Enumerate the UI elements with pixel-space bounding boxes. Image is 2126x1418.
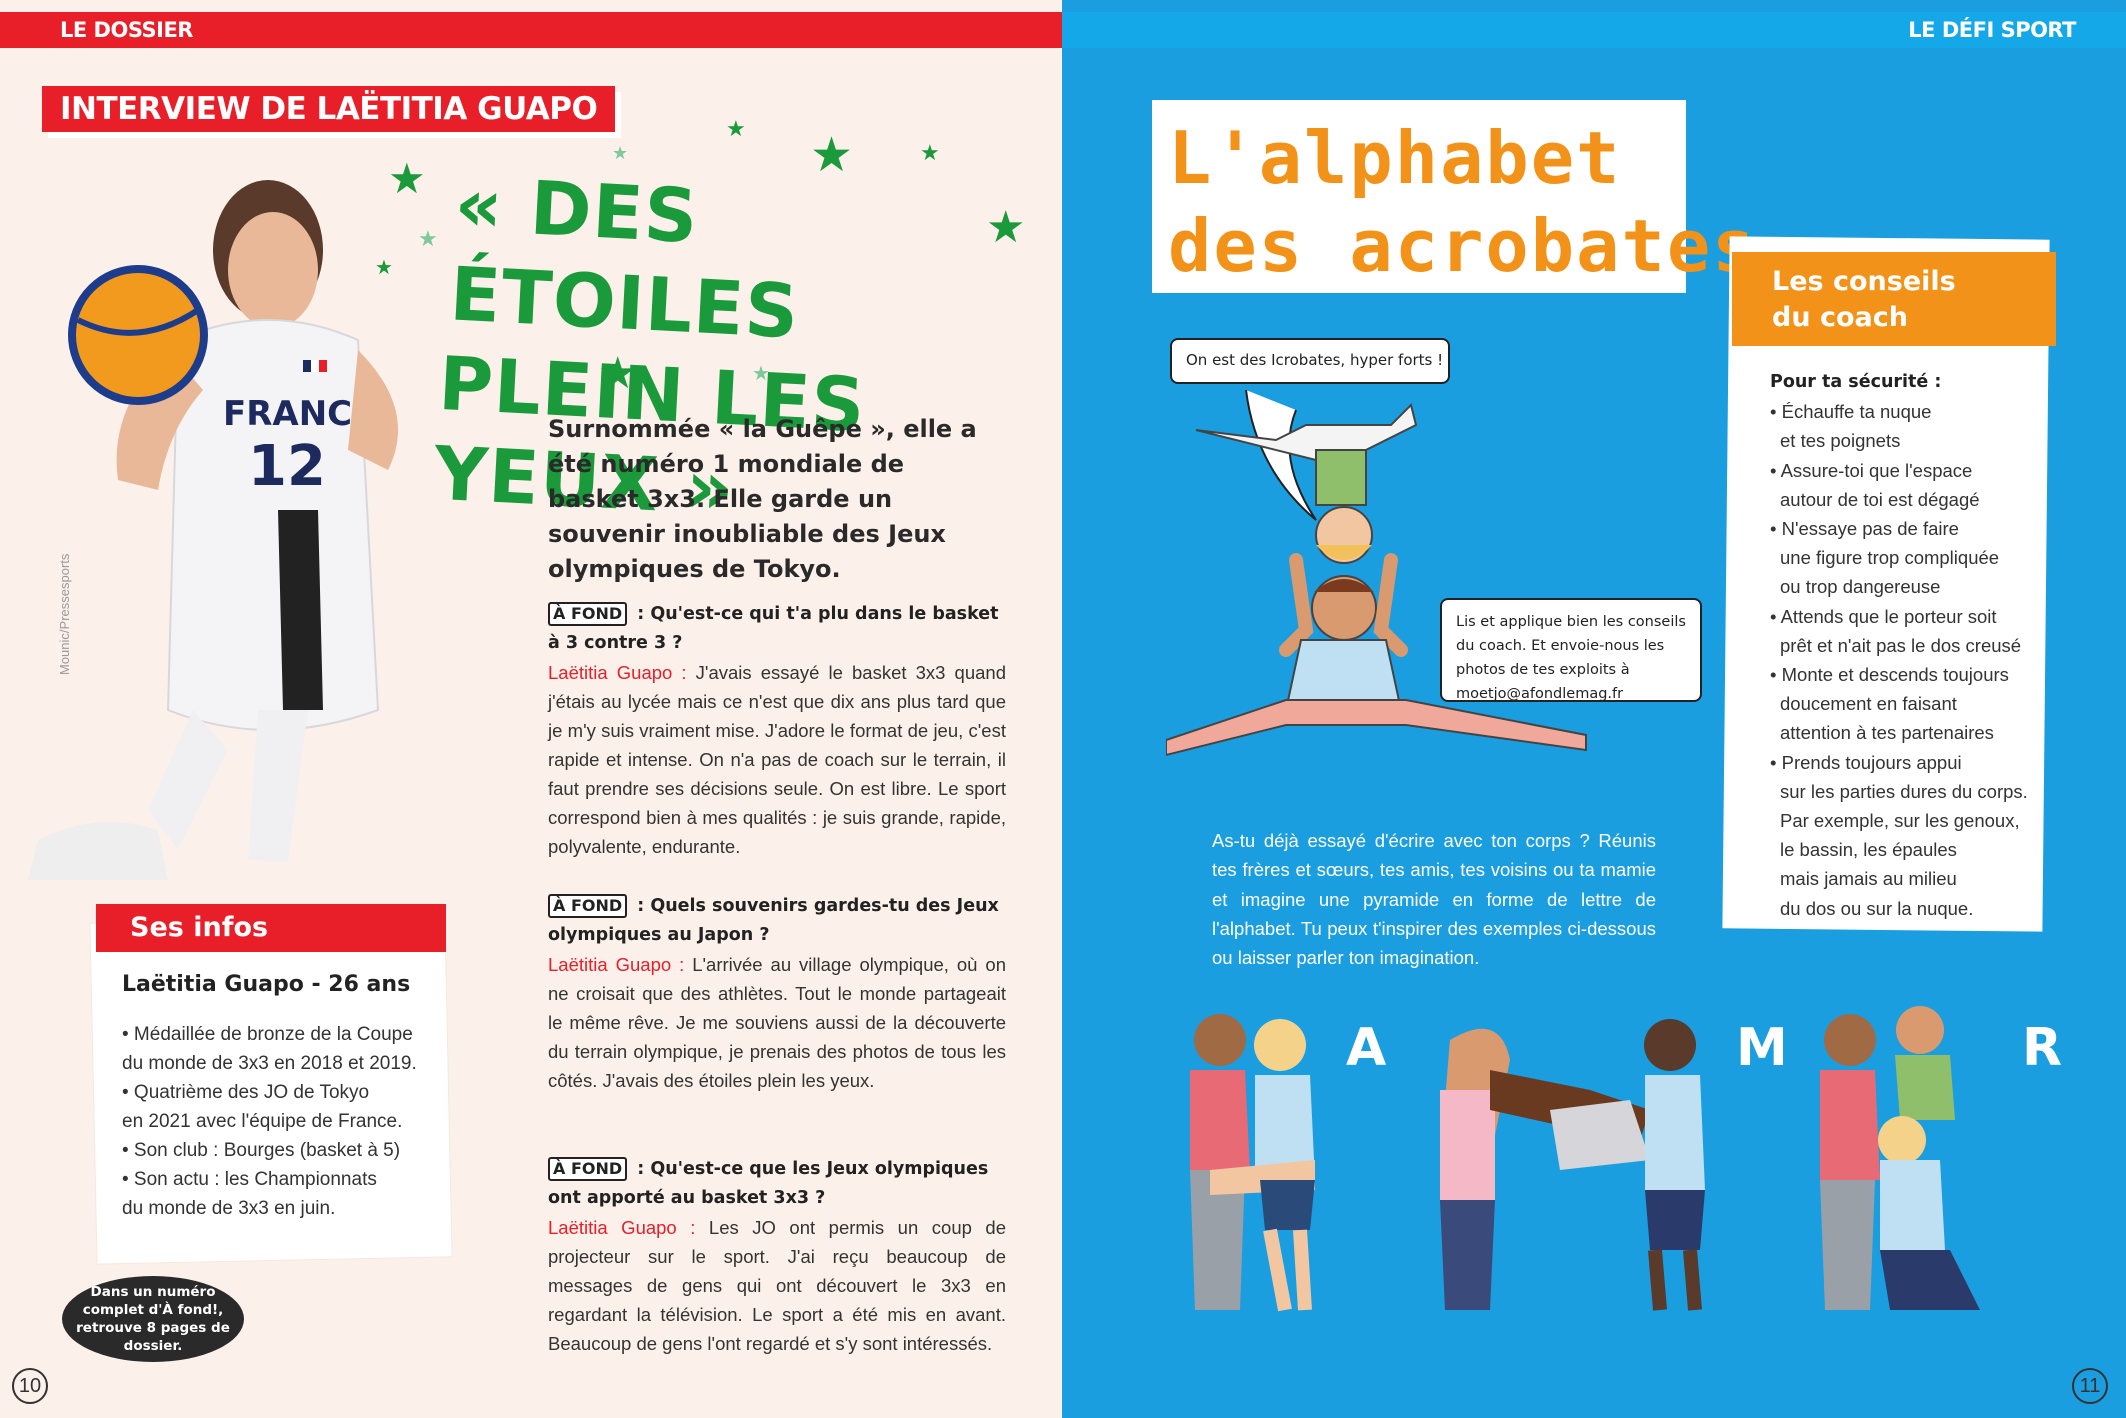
info-title: Ses infos	[96, 904, 446, 952]
athlete-photo: FRANCE 12	[28, 180, 398, 880]
figure-letter-r	[1820, 1006, 1980, 1310]
info-item: • Son actu : les Championnats du monde de…	[122, 1169, 377, 1219]
coach-item: • Attends que le porteur soit prêt et n'a…	[1770, 605, 2022, 656]
photo-credit: Mounic/Pressesports	[57, 553, 72, 675]
speech-bubble-1: On est des Icrobates, hyper forts !	[1170, 338, 1450, 384]
figure-letter-m	[1440, 1019, 1705, 1311]
section-label-defi-sport: LE DÉFI SPORT	[1908, 18, 2076, 42]
intro-text: Surnommée « la Guêpe », elle a été numér…	[548, 415, 977, 583]
letter-a: A	[1346, 1018, 1387, 1078]
answer-2: Laëtitia Guapo : L'arrivée au village ol…	[548, 954, 1006, 1091]
letter-m: M	[1736, 1018, 1788, 1078]
promo-bubble: Dans un numéro complet d'À fond!, retrou…	[62, 1276, 244, 1362]
coach-list: Pour ta sécurité : • Échauffe ta nuque et…	[1770, 368, 2050, 923]
info-item: • Son club : Bourges (basket à 5)	[122, 1140, 401, 1161]
star-icon: ★	[612, 143, 629, 163]
qa-block-2: À FOND : Quels souvenirs gardes-tu des J…	[548, 892, 1006, 1095]
activity-text: As-tu déjà essayé d'écrire avec ton corp…	[1212, 830, 1656, 969]
question-3: À FOND : Qu'est-ce que les Jeux olympiqu…	[548, 1157, 989, 1208]
page-number-left: 10	[12, 1368, 48, 1404]
page-number-right: 11	[2072, 1368, 2108, 1404]
coach-list-heading: Pour ta sécurité :	[1770, 372, 1942, 392]
letter-figures-illustration	[1190, 1006, 1980, 1312]
a-fond-badge: À FOND	[548, 602, 628, 626]
coach-item: • Monte et descends toujours doucement en…	[1770, 664, 2009, 744]
jersey-number: 12	[248, 434, 326, 499]
star-icon: ★	[726, 116, 746, 141]
coach-item: • N'essaye pas de faire une figure trop c…	[1770, 518, 2000, 598]
section-band-left: LE DOSSIER	[0, 12, 1062, 48]
figure-letter-a	[1190, 1014, 1315, 1312]
title-box: L'alphabet des acrobates	[1152, 100, 1756, 293]
question-2: À FOND : Quels souvenirs gardes-tu des J…	[548, 894, 999, 945]
star-icon: ★	[810, 129, 854, 182]
headline-line1: « DES ÉTOILES	[447, 161, 802, 356]
title-line2: des acrobates	[1168, 204, 1758, 288]
coach-item: • Assure-toi que l'espace autour de toi e…	[1770, 459, 1980, 510]
coach-item: • Échauffe ta nuque et tes poignets	[1770, 401, 1932, 452]
interview-tag: INTERVIEW DE LAËTITIA GUAPO	[42, 86, 616, 132]
a-fond-badge: À FOND	[548, 1157, 628, 1181]
coach-title: Les conseils du coach	[1732, 252, 2056, 346]
info-item: • Médaillée de bronze de la Coupe du mond…	[122, 1024, 417, 1074]
letter-r: R	[2022, 1018, 2063, 1078]
info-list: • Médaillée de bronze de la Coupe du mond…	[122, 1020, 442, 1223]
qa-block-3: À FOND : Qu'est-ce que les Jeux olympiqu…	[548, 1155, 1006, 1358]
star-icon: ★	[920, 140, 940, 165]
coach-item: • Prends toujours appui sur les parties d…	[1770, 751, 2028, 919]
title-line1: L'alphabet	[1168, 116, 1622, 200]
qa-block-1: À FOND : Qu'est-ce qui t'a plu dans le b…	[548, 600, 1006, 861]
info-item: • Quatrième des JO de Tokyo en 2021 avec …	[122, 1082, 403, 1132]
answer-3: Laëtitia Guapo : Les JO ont permis un co…	[548, 1217, 1006, 1354]
section-band-right: LE DÉFI SPORT	[1062, 12, 2126, 48]
section-label-dossier: LE DOSSIER	[60, 18, 193, 42]
info-name: Laëtitia Guapo - 26 ans	[122, 972, 411, 997]
speech-bubble-2: Lis et applique bien les conseils du coa…	[1440, 598, 1702, 702]
question-1: À FOND : Qu'est-ce qui t'a plu dans le b…	[548, 602, 999, 653]
answer-1: Laëtitia Guapo : J'avais essayé le baske…	[548, 662, 1006, 857]
a-fond-badge: À FOND	[548, 894, 628, 918]
